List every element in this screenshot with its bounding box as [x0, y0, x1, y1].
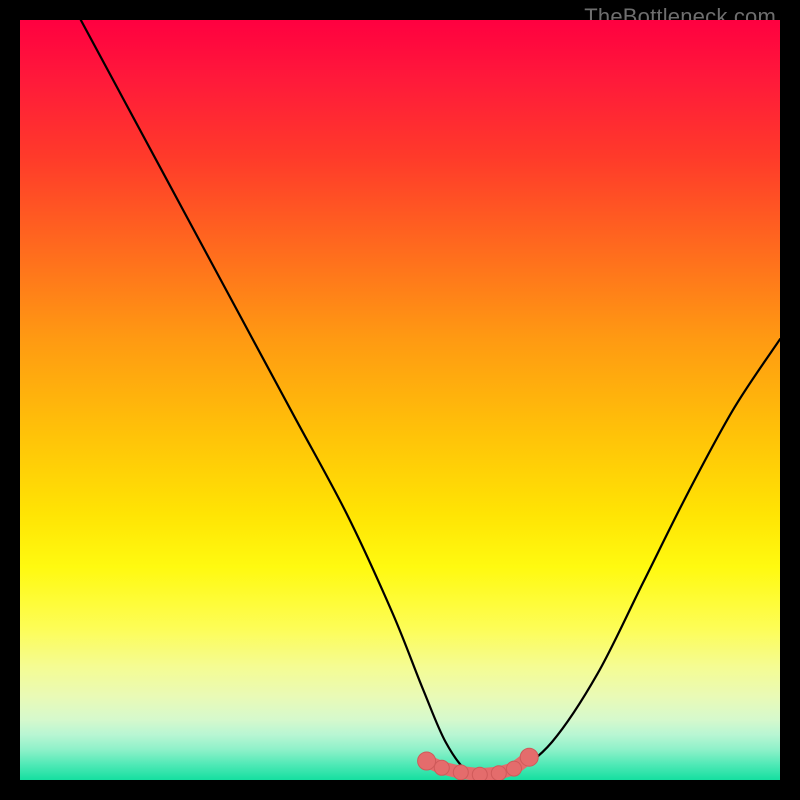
optimal-zone-marker — [453, 765, 468, 780]
optimal-zone-marker — [520, 748, 538, 766]
optimal-zone-marker — [491, 766, 506, 780]
optimal-zone-marker — [472, 767, 487, 780]
plot-area — [20, 20, 780, 780]
optimal-zone-marker — [418, 752, 436, 770]
optimal-zone-marker — [434, 760, 449, 775]
optimal-zone-marker — [507, 761, 522, 776]
optimal-zone-markers — [418, 748, 539, 780]
bottleneck-curve — [81, 20, 780, 777]
curve-svg — [20, 20, 780, 780]
chart-frame: TheBottleneck.com — [0, 0, 800, 800]
